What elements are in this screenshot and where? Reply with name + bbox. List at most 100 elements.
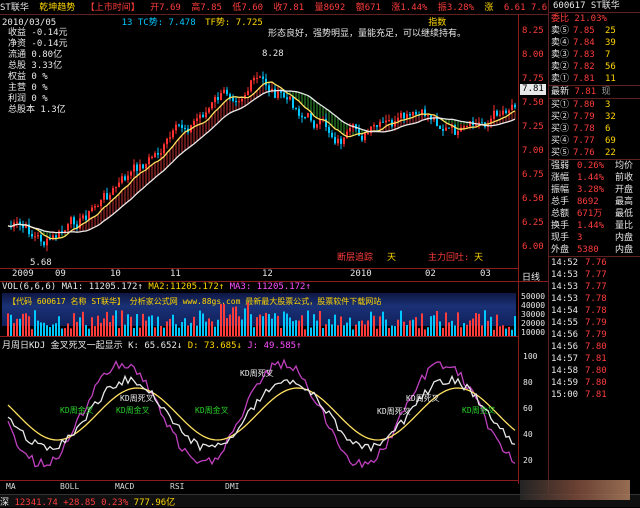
candle	[439, 125, 441, 129]
sell-row[interactable]: 卖⑤ 7.85 25	[549, 25, 640, 37]
volume-bar	[280, 328, 282, 336]
candle	[499, 114, 501, 116]
candle	[121, 176, 123, 183]
candle	[118, 182, 120, 188]
volume-bar	[421, 313, 423, 336]
candle	[46, 238, 48, 246]
candle	[199, 114, 201, 119]
volume-bar	[229, 314, 231, 336]
candle	[178, 124, 180, 126]
candle	[406, 114, 408, 119]
sell-row[interactable]: 卖④ 7.84 39	[549, 37, 640, 49]
volume-bar	[40, 322, 42, 336]
volume-bar	[367, 320, 369, 336]
buy-row[interactable]: 买③ 7.78 6	[549, 123, 640, 135]
volume-bar	[106, 311, 108, 336]
tick-row: 14:53 7.78	[551, 294, 607, 304]
volume-bar	[304, 329, 306, 336]
candle	[334, 136, 336, 144]
volume-header: VOL(6,6,6) MA1: 11205.172↑ MA2:11205.172…	[2, 282, 311, 292]
buy-row[interactable]: 买④ 7.77 69	[549, 135, 640, 147]
price-tick: 6.75	[522, 170, 544, 180]
price-tick: 6.50	[522, 194, 544, 204]
indicator-name[interactable]: 乾坤趋势	[39, 3, 75, 13]
volume-bar	[469, 320, 471, 336]
volume-bar	[163, 327, 165, 336]
indicator-tab-rsi[interactable]: RSI	[170, 482, 184, 491]
volume-bar	[328, 319, 330, 336]
candle	[124, 176, 126, 180]
volume-bar	[79, 317, 81, 336]
buy-row[interactable]: 买⑤ 7.76 22	[549, 147, 640, 159]
kd-mark-2: KD周死叉	[120, 394, 154, 403]
candle	[493, 110, 495, 119]
sell-row[interactable]: 卖③ 7.83 7	[549, 49, 640, 61]
kdj-tick: 100	[523, 352, 538, 361]
candle	[127, 175, 129, 180]
volume-bar	[166, 321, 168, 336]
volume-bar	[484, 310, 486, 336]
x-tick: 03	[480, 269, 491, 279]
volume-bar	[460, 327, 462, 336]
candle	[34, 236, 36, 238]
volume-bar	[475, 312, 477, 336]
indicator-tab-ma[interactable]: MA	[6, 482, 16, 491]
candle	[349, 127, 351, 132]
candle	[409, 114, 411, 116]
status-change: +28.85	[63, 498, 96, 508]
sell-row[interactable]: 卖② 7.82 56	[549, 61, 640, 73]
status-amount: 777.96亿	[133, 498, 176, 508]
stock-name[interactable]: ST联华	[0, 3, 29, 13]
candle	[184, 127, 186, 129]
candle	[262, 76, 264, 79]
buy-list: 买① 7.80 3 买② 7.79 32 买③ 7.78 6 买④ 7.77 69 买⑤ 7.76 22	[549, 99, 640, 159]
candle	[508, 110, 510, 113]
kd-mark-1: KD周死叉	[240, 369, 274, 378]
volume-bar	[454, 325, 456, 336]
indicator-tab-boll[interactable]: BOLL	[60, 482, 79, 491]
candle	[448, 127, 450, 129]
volume-chart	[7, 302, 516, 336]
volume-bar	[340, 316, 342, 336]
quote-code[interactable]: 600617 ST联华	[549, 0, 640, 13]
candle	[397, 117, 399, 122]
candle	[64, 230, 66, 232]
buy-row[interactable]: 买① 7.80 3	[549, 99, 640, 111]
tick-row: 14:56 7.79	[551, 330, 607, 340]
low-label: 5.68	[30, 258, 52, 268]
volume-bar	[91, 317, 93, 336]
close-value: 收7.81	[273, 3, 305, 13]
candle	[226, 89, 228, 95]
candle	[247, 90, 249, 96]
volume-bar	[214, 326, 216, 336]
volume-bar	[382, 311, 384, 336]
volume-bar	[355, 324, 357, 336]
candle	[241, 98, 243, 102]
volume-bar	[223, 304, 225, 336]
candle	[85, 215, 87, 220]
volume-bar	[64, 328, 66, 336]
volume-bar	[496, 314, 498, 336]
sell-row[interactable]: 卖① 7.81 11	[549, 73, 640, 85]
candle	[415, 111, 417, 115]
indicator-tab-dmi[interactable]: DMI	[225, 482, 239, 491]
watermark-logo	[520, 480, 630, 500]
volume-bar	[115, 310, 117, 336]
candle	[40, 234, 42, 242]
vol-ma3: MA3: 11205.172↑	[229, 282, 311, 292]
candle	[103, 193, 105, 200]
volume-bar	[82, 311, 84, 336]
tick-row: 14:55 7.79	[551, 318, 607, 328]
volume-bar	[286, 313, 288, 336]
volume-bar	[58, 316, 60, 336]
change-value: 涨1.44%	[391, 3, 428, 13]
indicator-tab-macd[interactable]: MACD	[115, 482, 134, 491]
candle	[163, 144, 165, 154]
buy-row[interactable]: 买② 7.79 32	[549, 111, 640, 123]
price-tick: 7.75	[522, 74, 544, 84]
volume-bar	[412, 319, 414, 336]
volume-bar	[442, 327, 444, 336]
volume-bar	[271, 318, 273, 336]
candle	[106, 193, 108, 200]
volume-bar	[193, 316, 195, 336]
